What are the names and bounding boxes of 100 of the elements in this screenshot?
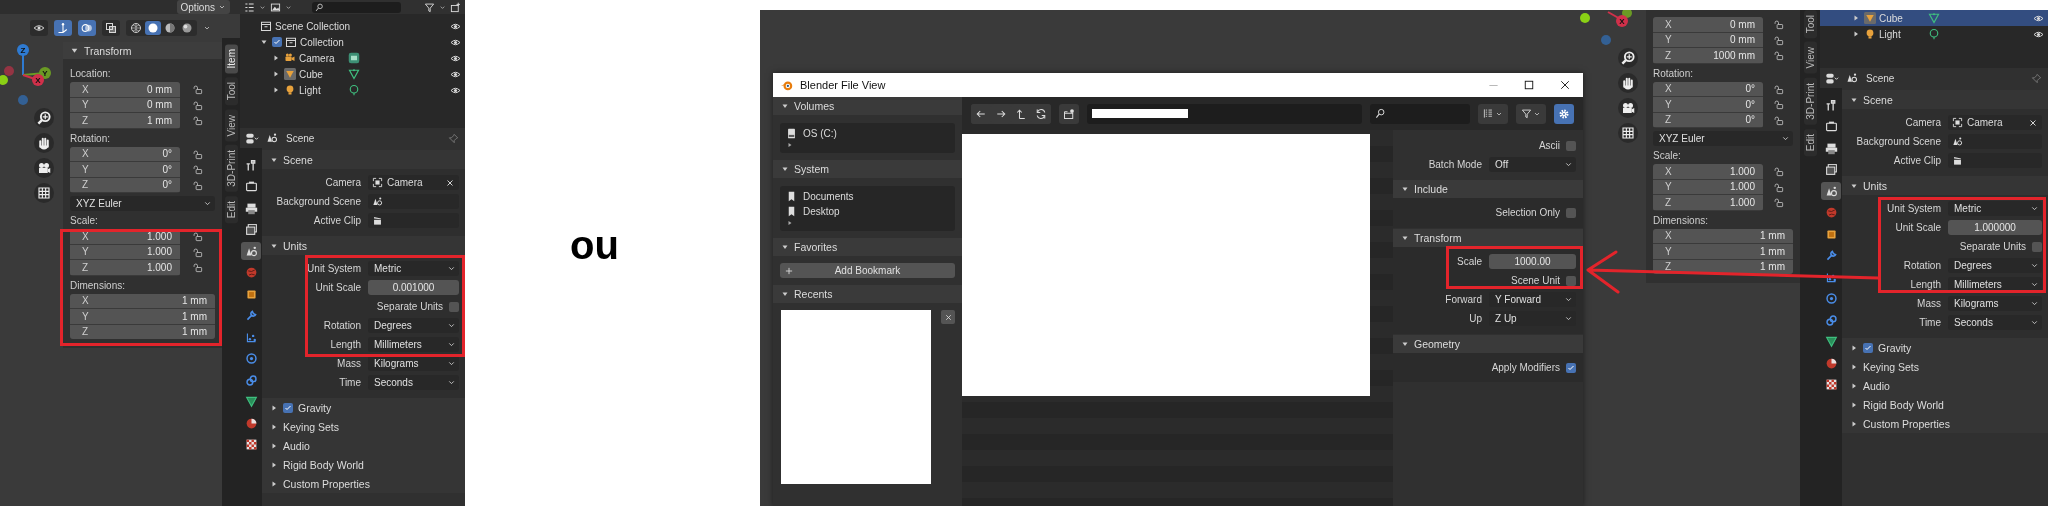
number-field[interactable]: Y 0 mm: [1653, 32, 1763, 47]
axis-gizmo-drawing[interactable]: X: [1580, 10, 1632, 45]
lock-icon[interactable]: [192, 84, 203, 96]
shading-button[interactable]: [145, 21, 161, 35]
outliner-row[interactable]: Light: [240, 82, 465, 98]
search-field[interactable]: [312, 1, 401, 13]
panel-header[interactable]: Gravity: [262, 398, 465, 417]
outliner-row[interactable]: Scene Collection: [240, 18, 465, 34]
panel-header[interactable]: Custom Properties: [1842, 414, 2048, 433]
list-icon[interactable]: [244, 1, 255, 13]
panel-header[interactable]: Custom Properties: [262, 474, 465, 493]
lock-icon[interactable]: [1772, 197, 1784, 209]
panel-header[interactable]: Audio: [1842, 376, 2048, 395]
outliner-row[interactable]: Cube: [240, 66, 465, 82]
dropdown[interactable]: Degrees: [1948, 258, 2042, 273]
sidebar-item[interactable]: Desktop: [786, 204, 949, 219]
lock-icon[interactable]: [1772, 83, 1784, 95]
panel-header[interactable]: System: [773, 160, 962, 178]
viewport-toggle[interactable]: [54, 20, 72, 36]
sidebar-tab[interactable]: View: [224, 109, 238, 142]
number-field[interactable]: X 1.000: [1653, 164, 1763, 179]
object-field[interactable]: [368, 194, 459, 209]
dropdown[interactable]: Seconds: [368, 375, 459, 390]
panel-header[interactable]: Transform: [1393, 229, 1583, 247]
panel-header[interactable]: Gravity: [1842, 338, 2048, 357]
number-field[interactable]: 0.001000: [368, 280, 459, 295]
expand-icon[interactable]: [1852, 14, 1860, 22]
number-field[interactable]: Y 1.000: [1653, 179, 1763, 194]
expand-icon[interactable]: [272, 86, 280, 94]
properties-tab[interactable]: [1821, 182, 1841, 200]
number-field[interactable]: Y 1 mm: [1653, 244, 1793, 259]
lock-icon[interactable]: [192, 179, 203, 191]
zoom-icon[interactable]: [1618, 48, 1638, 68]
panel-header[interactable]: Volumes: [773, 97, 962, 115]
lock-icon[interactable]: [1772, 181, 1784, 193]
panel-header[interactable]: Rigid Body World: [1842, 395, 2048, 414]
outliner-row[interactable]: Cube: [1820, 10, 2048, 26]
clear-icon[interactable]: [445, 177, 455, 188]
path-field[interactable]: [1087, 103, 1362, 124]
sidebar-item[interactable]: OS (C:): [786, 126, 949, 141]
number-field[interactable]: Y 0°: [70, 162, 180, 177]
dropdown[interactable]: Millimeters: [368, 337, 459, 352]
checkbox[interactable]: [449, 301, 459, 312]
add-bookmark-button[interactable]: Add Bookmark: [780, 263, 955, 278]
panel-header[interactable]: Rigid Body World: [262, 455, 465, 474]
number-field[interactable]: Z 0°: [1653, 112, 1763, 127]
expand-icon[interactable]: [786, 141, 794, 149]
hand-icon[interactable]: [1618, 73, 1638, 93]
checkbox[interactable]: [1566, 362, 1576, 373]
lock-icon[interactable]: [1772, 166, 1784, 178]
dropdown[interactable]: Y Forward: [1489, 292, 1576, 307]
number-field[interactable]: X 0 mm: [70, 82, 180, 97]
panel-header[interactable]: Recents: [773, 285, 962, 303]
outliner-row[interactable]: Collection: [240, 34, 465, 50]
sidebar-tab[interactable]: Edit: [1803, 128, 1817, 156]
checkbox[interactable]: [272, 37, 282, 47]
grid-icon[interactable]: [34, 183, 54, 203]
new-folder-button[interactable]: [1059, 103, 1079, 124]
sidebar-tab[interactable]: Edit: [224, 196, 238, 224]
shading-button[interactable]: [128, 21, 144, 35]
properties-tab[interactable]: [241, 242, 261, 260]
lock-icon[interactable]: [192, 164, 203, 176]
number-field[interactable]: X 1 mm: [70, 293, 215, 308]
filter-button[interactable]: [1516, 103, 1546, 124]
panel-header[interactable]: Scene: [262, 150, 465, 169]
viewport-toggle[interactable]: [78, 20, 96, 36]
editor-type-icon[interactable]: [244, 131, 260, 145]
checkbox[interactable]: [1863, 342, 1873, 353]
panel-header[interactable]: Keying Sets: [1842, 357, 2048, 376]
number-field[interactable]: Z 1 mm: [70, 113, 180, 128]
panel-header[interactable]: Geometry: [1393, 335, 1583, 353]
lock-icon[interactable]: [1772, 99, 1784, 111]
camera-icon[interactable]: [34, 158, 54, 178]
clear-button[interactable]: [941, 310, 955, 324]
number-field[interactable]: Z 1 mm: [70, 324, 215, 339]
expand-icon[interactable]: [260, 38, 268, 46]
object-field[interactable]: [1948, 153, 2042, 168]
object-field[interactable]: Camera: [1948, 115, 2042, 130]
number-field[interactable]: Z 1.000: [70, 260, 180, 275]
settings-toggle[interactable]: [1554, 103, 1574, 124]
number-field[interactable]: X 0 mm: [1653, 17, 1763, 32]
object-field[interactable]: [1948, 134, 2042, 149]
number-field[interactable]: Z 1.000: [1653, 195, 1763, 210]
panel-header[interactable]: Units: [262, 236, 465, 255]
number-field[interactable]: X 0°: [1653, 81, 1763, 96]
grid-icon[interactable]: [1618, 123, 1638, 143]
expand-icon[interactable]: [272, 54, 280, 62]
number-field[interactable]: Z 0°: [70, 177, 180, 192]
image-icon[interactable]: [270, 1, 281, 13]
options-button[interactable]: Options: [176, 0, 230, 14]
dropdown[interactable]: Degrees: [368, 318, 459, 333]
panel-header[interactable]: Audio: [262, 436, 465, 455]
lock-icon[interactable]: [1772, 34, 1784, 46]
object-field[interactable]: [368, 213, 459, 228]
lock-icon[interactable]: [192, 148, 203, 160]
panel-header[interactable]: Units: [1842, 176, 2048, 195]
dropdown[interactable]: Z Up: [1489, 311, 1576, 326]
checkbox[interactable]: [1566, 140, 1576, 151]
checkbox[interactable]: [1566, 275, 1576, 286]
lock-icon[interactable]: [192, 262, 203, 274]
